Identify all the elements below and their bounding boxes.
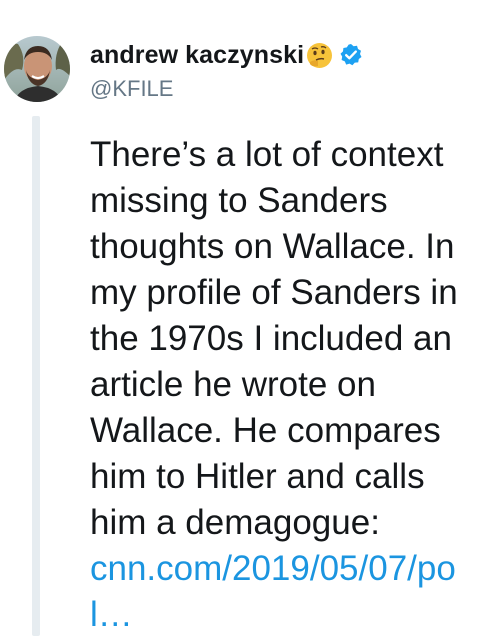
verified-badge-icon [339,43,363,67]
thinking-face-emoji [306,42,333,69]
display-name[interactable]: andrew kaczynski [90,41,304,70]
avatar[interactable] [4,36,70,102]
tweet-body-text: There’s a lot of context missing to Sand… [90,135,458,542]
user-handle[interactable]: @KFILE [90,76,490,102]
tweet-text: There’s a lot of context missing to Sand… [90,132,490,636]
thread-connector-line [32,116,40,636]
tweet-header: andrew kaczynski @KFILE [90,38,490,102]
article-link[interactable]: cnn.com/2019/05/07/po l… [90,549,456,634]
name-row: andrew kaczynski [90,38,490,72]
tweet: andrew kaczynski @KFILE There’s a lot of… [0,0,500,636]
avatar-image [4,36,70,102]
